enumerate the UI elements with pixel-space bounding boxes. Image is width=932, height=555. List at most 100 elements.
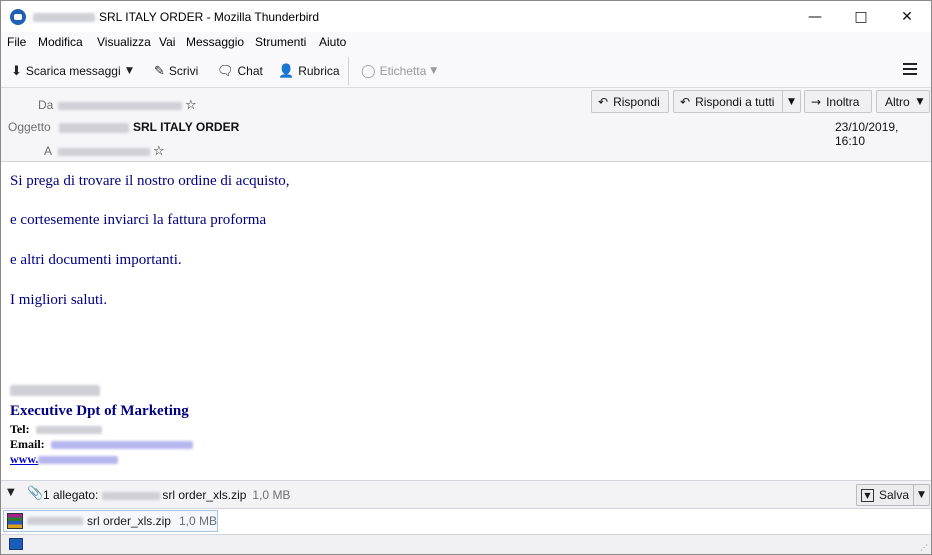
reply-all-icon: ↶: [680, 94, 691, 109]
menu-visualizza[interactable]: Visualizza: [97, 35, 151, 49]
body-line: e cortesemente inviarci la fattura profo…: [10, 212, 267, 228]
chevron-down-icon[interactable]: ▼: [7, 487, 15, 498]
email-link[interactable]: [50, 441, 193, 450]
redacted-text: [26, 517, 83, 525]
signature-tel: Tel:: [10, 422, 102, 437]
tag-button[interactable]: ◯ Etichetta ▼: [361, 60, 441, 82]
network-status-icon[interactable]: [9, 538, 23, 550]
redacted-name: [10, 385, 100, 397]
message-body: Si prega di trovare il nostro ordine di …: [1, 163, 931, 479]
close-icon: ✕: [901, 8, 913, 25]
menu-strumenti[interactable]: Strumenti: [255, 35, 306, 49]
toolbar-separator: [348, 57, 349, 85]
to-label: A: [44, 144, 53, 158]
menu-aiuto[interactable]: Aiuto: [319, 35, 346, 49]
main-toolbar: ⬇ Scarica messaggi ▼ ✎ Scrivi 🗨 Chat 👤 R…: [1, 54, 931, 88]
body-line: I migliori saluti.: [10, 292, 108, 308]
from-value[interactable]: ☆: [58, 98, 197, 113]
chat-bubble-icon: 🗨: [217, 63, 234, 79]
menu-bar: File Modifica Visualizza Vai Messaggio S…: [1, 32, 931, 54]
hamburger-menu-icon: [903, 63, 917, 65]
reply-button[interactable]: ↶ Rispondi: [591, 90, 669, 113]
signature-name: [10, 383, 100, 397]
menu-vai[interactable]: Vai: [159, 35, 175, 49]
web-link[interactable]: www.: [10, 452, 38, 466]
save-label: Salva: [879, 488, 910, 502]
signature-title: Executive Dpt of Marketing: [10, 403, 189, 419]
tel-label: Tel:: [10, 422, 30, 436]
attachment-item-filename: srl order_xls.zip: [86, 514, 171, 528]
hamburger-line: [903, 68, 917, 70]
subject-value: SRL ITALY ORDER: [59, 120, 239, 134]
chevron-down-icon: ▼: [430, 66, 438, 76]
app-menu-button[interactable]: [903, 63, 917, 75]
chevron-down-icon[interactable]: ▼: [782, 91, 800, 112]
get-messages-dropdown[interactable]: ▼: [126, 60, 137, 82]
signature-web[interactable]: www.: [10, 452, 119, 467]
redacted-sender: [58, 101, 182, 110]
forward-button[interactable]: → Inoltra: [804, 90, 872, 113]
redacted-text: [102, 491, 161, 500]
zip-archive-icon: [7, 513, 23, 529]
star-icon[interactable]: ☆: [185, 98, 197, 113]
address-book-icon: 👤: [278, 63, 295, 79]
menu-file[interactable]: File: [7, 35, 26, 49]
redacted-url[interactable]: [38, 456, 119, 465]
title-bar: SRL ITALY ORDER - Mozilla Thunderbird — …: [1, 1, 931, 32]
minimize-button[interactable]: —: [792, 1, 838, 32]
reply-icon: ↶: [598, 94, 609, 109]
redacted-text: [59, 122, 129, 133]
more-label: Altro: [885, 94, 910, 109]
subject-label: Oggetto: [8, 120, 51, 134]
paperclip-icon: 📎: [27, 486, 44, 501]
status-bar: ⋰: [1, 534, 931, 554]
hamburger-line: [903, 73, 917, 75]
maximize-icon: □: [854, 8, 868, 25]
download-icon: ⬇: [11, 63, 22, 79]
signature-email: Email:: [10, 437, 193, 452]
attachment-item-size: 1,0 MB: [178, 514, 217, 528]
attachment-count: 1 allegato:: [43, 488, 99, 502]
reply-all-label: Rispondi a tutti: [695, 94, 775, 109]
redacted-phone: [35, 426, 102, 435]
attachment-item[interactable]: srl order_xls.zip 1,0 MB: [3, 510, 218, 532]
write-label: Scrivi: [168, 64, 199, 78]
body-line: e altri documenti importanti.: [10, 252, 182, 268]
more-button[interactable]: Altro ▼: [876, 90, 930, 113]
message-date: 23/10/2019, 16:10: [835, 120, 899, 148]
attachment-filename: srl order_xls.zip: [162, 488, 247, 502]
forward-label: Inoltra: [826, 94, 860, 109]
thunderbird-logo-icon: [10, 9, 26, 25]
chat-button[interactable]: 🗨 Chat: [217, 60, 263, 82]
get-messages-button[interactable]: ⬇ Scarica messaggi: [11, 60, 121, 82]
chevron-down-icon[interactable]: ▼: [913, 485, 929, 505]
menu-messaggio[interactable]: Messaggio: [186, 35, 244, 49]
menu-modifica[interactable]: Modifica: [38, 35, 83, 49]
get-messages-label: Scarica messaggi: [25, 64, 121, 78]
body-line: Si prega di trovare il nostro ordine di …: [10, 173, 290, 189]
resize-grip-icon[interactable]: ⋰: [920, 543, 928, 552]
address-book-label: Rubrica: [298, 64, 340, 78]
chat-label: Chat: [237, 64, 263, 78]
forward-arrow-icon: →: [811, 94, 822, 109]
window-title: SRL ITALY ORDER - Mozilla Thunderbird: [33, 10, 319, 24]
from-label: Da: [38, 98, 54, 112]
address-book-button[interactable]: 👤 Rubrica: [278, 60, 340, 82]
to-value[interactable]: ☆: [58, 144, 165, 159]
close-button[interactable]: ✕: [884, 1, 930, 32]
attachment-summary[interactable]: 1 allegato: srl order_xls.zip 1,0 MB: [43, 488, 290, 502]
save-icon: ▼: [861, 488, 874, 502]
chevron-down-icon: ▼: [126, 66, 133, 76]
write-button[interactable]: ✎ Scrivi: [154, 60, 198, 82]
chevron-down-icon: ▼: [916, 96, 924, 107]
reply-label: Rispondi: [613, 94, 660, 109]
attachment-size: 1,0 MB: [252, 488, 291, 502]
star-icon[interactable]: ☆: [153, 144, 165, 159]
redacted-recipient: [58, 147, 150, 156]
minimize-icon: —: [808, 8, 822, 25]
pencil-icon: ✎: [154, 63, 165, 79]
reply-all-button[interactable]: ↶ Rispondi a tutti ▼: [673, 90, 801, 113]
save-button[interactable]: ▼ Salva ▼: [856, 484, 930, 506]
tag-label: Etichetta: [379, 64, 427, 78]
maximize-button[interactable]: □: [838, 1, 884, 32]
